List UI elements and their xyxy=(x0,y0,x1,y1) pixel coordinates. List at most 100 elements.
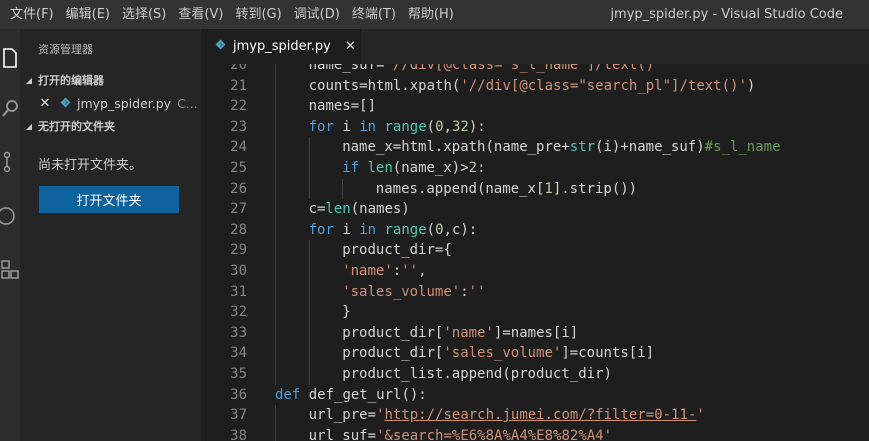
code-line[interactable]: 36 def def_get_url(): xyxy=(201,385,869,406)
indent-guide xyxy=(275,96,276,117)
code-line[interactable]: 30 'name':'', xyxy=(201,261,869,282)
indent-guide xyxy=(275,261,276,282)
code-token: ].strip()) xyxy=(552,180,638,197)
code-token: in xyxy=(359,118,377,135)
code-token: len xyxy=(325,201,351,218)
extensions-icon[interactable] xyxy=(0,255,20,285)
code-token: '' xyxy=(401,263,419,279)
code-token: (i)+name_suf) xyxy=(595,139,705,156)
code-token: : xyxy=(392,263,402,279)
menu-file[interactable]: 文件(F) xyxy=(4,0,60,29)
debug-icon[interactable] xyxy=(0,201,20,231)
code-token: 2 xyxy=(468,160,478,176)
code-text: names.append(name_x[1].strip()) xyxy=(376,179,637,200)
code-token: ( xyxy=(426,221,436,238)
code-token: 'sales_volume' xyxy=(342,283,461,300)
window-title: jmyp_spider.py - Visual Studio Code xyxy=(610,7,843,22)
line-number: 30 xyxy=(230,263,247,279)
menu-go[interactable]: 转到(G) xyxy=(229,0,287,29)
indent-guide xyxy=(275,240,276,261)
code-token: '&search= xyxy=(376,427,452,441)
code-line[interactable]: 38 url_suf='&search=%E6%8A%A4%E8%82%A4' xyxy=(201,425,869,441)
code-line[interactable]: 26 names.append(name_x[1].strip()) xyxy=(201,178,869,200)
menu-debug[interactable]: 调试(D) xyxy=(288,0,346,29)
code-text: } xyxy=(342,302,350,323)
code-line[interactable]: 21 counts=html.xpath('//div[@class="searc… xyxy=(201,75,869,97)
line-number: 25 xyxy=(230,160,247,176)
code-token: product_list.append(product_dir) xyxy=(342,366,612,382)
explorer-sidebar: 资源管理器 ◢ 打开的编辑器 ✕ jmyp_spider.py C... ◢ 无… xyxy=(20,29,201,441)
code-token: c= xyxy=(308,201,326,218)
indent-guide xyxy=(275,64,276,76)
code-token: i xyxy=(333,221,360,238)
code-token: 0 xyxy=(435,118,444,135)
indent-guide xyxy=(275,425,276,441)
close-icon[interactable]: ✕ xyxy=(345,39,356,54)
code-line[interactable]: 25 if len(name_x)>2: xyxy=(201,158,869,179)
tab-jmyp-spider[interactable]: jmyp_spider.py ✕ xyxy=(201,29,361,64)
code-token: 'sales_volume' xyxy=(443,345,562,362)
search-icon[interactable] xyxy=(0,93,20,123)
code-token: %E6%8A%A4%E8%82%A4 xyxy=(451,427,604,441)
menu-selection[interactable]: 选择(S) xyxy=(116,0,172,29)
code-token: names.append(name_x[ xyxy=(375,180,545,197)
indent-guide xyxy=(308,343,310,364)
code-text: product_list.append(product_dir) xyxy=(342,364,612,385)
menu-help[interactable]: 帮助(H) xyxy=(402,0,460,29)
open-editors-header[interactable]: ◢ 打开的编辑器 xyxy=(20,69,201,91)
code-token: , xyxy=(418,263,427,279)
code-token: (names) xyxy=(350,201,410,218)
line-number: 38 xyxy=(230,427,247,441)
code-token: names=[] xyxy=(308,98,377,115)
code-line[interactable]: 33 product_dir['name']=names[i] xyxy=(201,322,869,344)
indent-guide xyxy=(275,199,276,220)
code-token: 0 xyxy=(435,221,444,238)
line-number: 23 xyxy=(230,118,247,135)
close-icon[interactable]: ✕ xyxy=(36,96,54,111)
code-token: for xyxy=(308,118,334,135)
open-editors-label: 打开的编辑器 xyxy=(38,74,104,87)
menu-bar: 文件(F) 编辑(E) 选择(S) 查看(V) 转到(G) 调试(D) 终端(T… xyxy=(4,0,460,29)
source-control-icon[interactable] xyxy=(0,147,20,177)
open-editor-item[interactable]: ✕ jmyp_spider.py C... xyxy=(20,92,201,114)
code-line[interactable]: 28 for i in range(0,c): xyxy=(201,219,869,241)
code-text: for i in range(0,32): xyxy=(309,117,486,138)
code-token: 'name' xyxy=(342,263,393,279)
code-line[interactable]: 37 url_pre= 'http://search.jumei.com/?filt… xyxy=(201,405,869,426)
indent-guide xyxy=(342,178,344,200)
line-number: 33 xyxy=(230,324,247,341)
code-line[interactable]: 31 'sales_volume':'' xyxy=(201,281,869,303)
files-icon[interactable] xyxy=(0,43,20,73)
indent-guide xyxy=(308,261,310,282)
no-folder-header[interactable]: ◢ 无打开的文件夹 xyxy=(20,115,201,137)
open-folder-button[interactable]: 打开文件夹 xyxy=(39,186,179,213)
python-file-icon xyxy=(60,96,71,111)
code-line[interactable]: 23 for i in range(0,32): xyxy=(201,116,869,138)
code-text: if len(name_x)>2: xyxy=(342,158,485,179)
indent-guide xyxy=(275,178,276,200)
code-line[interactable]: 20 name_suf='//div[@class="s_l_name"]/tex… xyxy=(201,64,869,76)
code-editor[interactable]: 20 name_suf='//div[@class="s_l_name"]/tex… xyxy=(201,64,869,441)
code-token: in xyxy=(359,221,377,238)
menu-view[interactable]: 查看(V) xyxy=(172,0,229,29)
code-line[interactable]: 27 c=len(names) xyxy=(201,199,869,220)
menu-edit[interactable]: 编辑(E) xyxy=(60,0,116,29)
code-line[interactable]: 29 product_dir={ xyxy=(201,240,869,261)
code-line[interactable]: 35 product_list.append(product_dir) xyxy=(201,364,869,385)
code-text: product_dir={ xyxy=(342,240,452,261)
code-token: for xyxy=(308,221,334,238)
code-token: product_dir={ xyxy=(342,242,452,259)
code-line[interactable]: 24 name_x=html.xpath(name_pre+str(i)+name… xyxy=(201,137,869,158)
code-text: for i in range(0,c): xyxy=(309,220,478,241)
code-token: counts=html.xpath( xyxy=(308,77,461,94)
code-line[interactable]: 34 product_dir['sales_volume']=counts[i] xyxy=(201,343,869,364)
code-line[interactable]: 22 names=[] xyxy=(201,96,869,117)
code-token: (name_x)> xyxy=(392,160,469,176)
code-text: url_pre= 'http://search.jumei.com/?filter… xyxy=(309,405,705,426)
menu-terminal[interactable]: 终端(T) xyxy=(346,0,402,29)
code-line[interactable]: 32} xyxy=(201,302,869,323)
indent-guide xyxy=(308,240,310,261)
code-token: ]=counts[i] xyxy=(561,345,655,362)
line-number: 35 xyxy=(230,366,247,382)
code-token: #s_l_name xyxy=(704,139,781,156)
